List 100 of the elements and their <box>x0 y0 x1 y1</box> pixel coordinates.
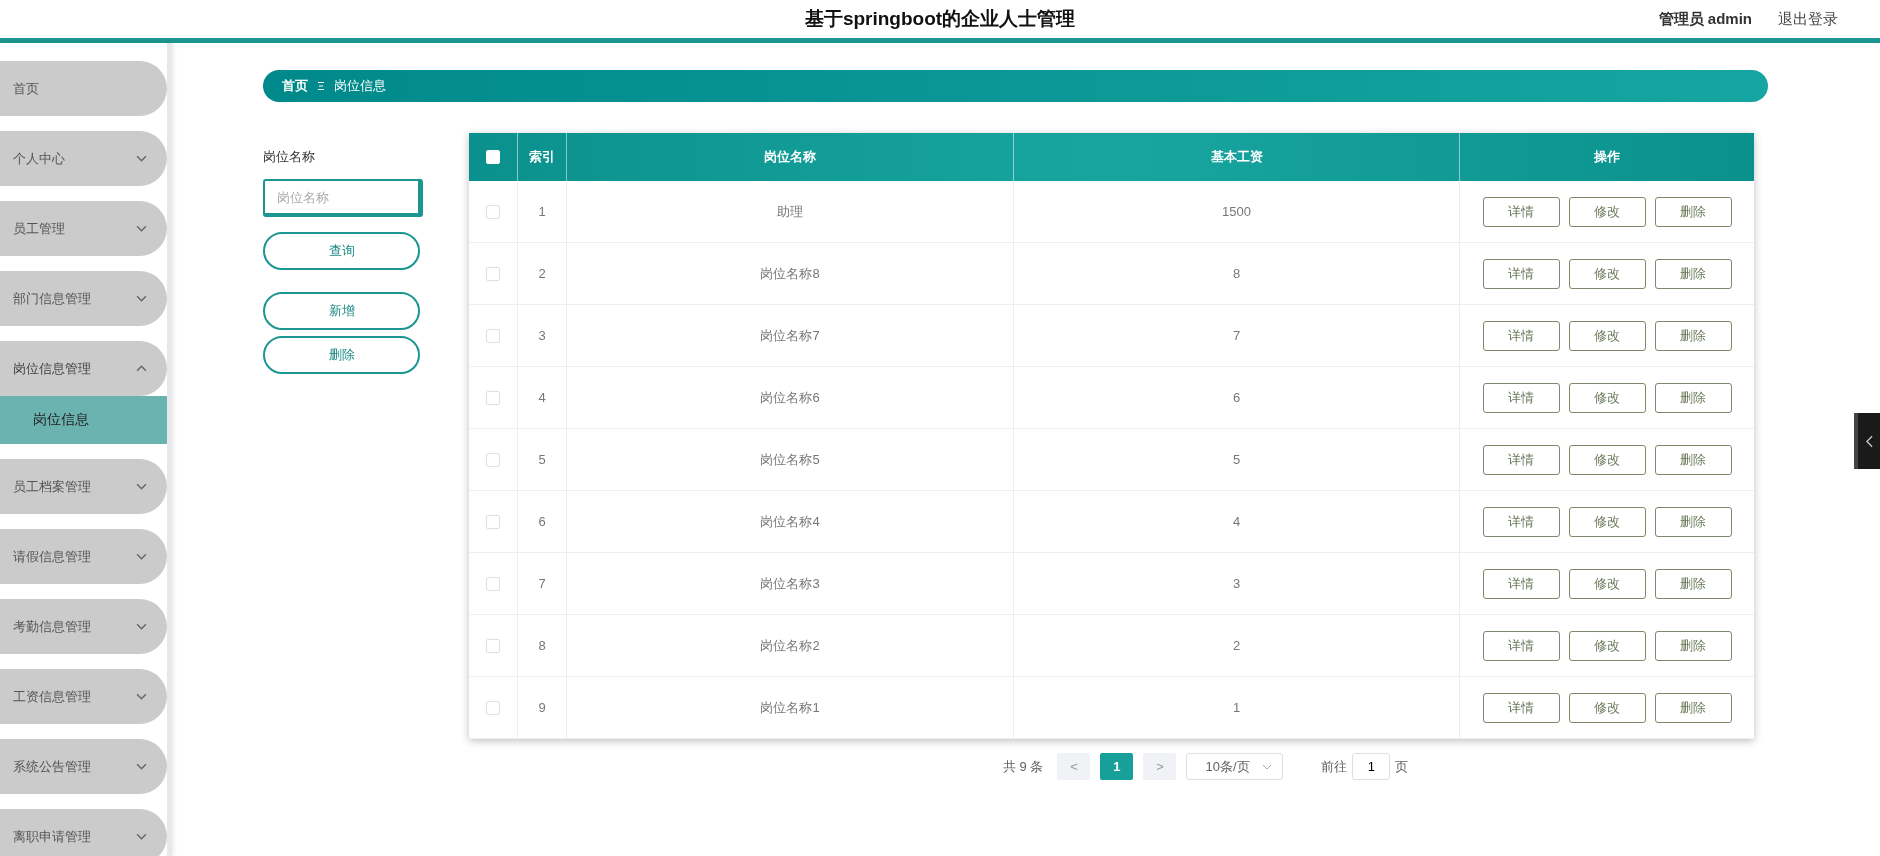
separator-icon <box>317 81 325 91</box>
goto-label: 前往 <box>1321 757 1348 776</box>
row-action-button[interactable]: 详情 <box>1482 320 1560 351</box>
app-title: 基于springboot的企业人士管理 <box>804 7 1076 31</box>
menu-item[interactable]: 系统公告管理 <box>0 739 167 794</box>
menu-item[interactable]: 员工管理 <box>0 201 167 256</box>
select-all-checkbox[interactable] <box>486 150 500 164</box>
search-field[interactable]: 岗位名称 <box>263 179 423 217</box>
row-action-button[interactable]: 修改 <box>1568 506 1646 537</box>
action-button[interactable]: 新增 <box>263 292 420 330</box>
row-action-button[interactable]: 详情 <box>1482 382 1560 413</box>
submenu-item[interactable]: 岗位信息 <box>0 396 167 444</box>
table-cell: 岗位名称2 <box>567 615 1014 676</box>
table-cell: 8 <box>518 615 567 676</box>
page-size-select[interactable]: 10条/页 <box>1186 753 1284 780</box>
row-checkbox[interactable] <box>486 514 500 529</box>
user-name: 管理员 admin <box>1658 9 1752 29</box>
row-action-button[interactable]: 详情 <box>1482 258 1560 289</box>
table-cell: 6 <box>1014 367 1460 428</box>
table-cell: 7 <box>1014 305 1460 366</box>
row-action-button[interactable]: 删除 <box>1654 382 1732 413</box>
table-cell: 岗位名称3 <box>567 553 1014 614</box>
table-cell: 1 <box>1014 677 1460 738</box>
row-action-button[interactable]: 删除 <box>1654 444 1732 475</box>
menu-item[interactable]: 离职申请管理 <box>0 809 167 856</box>
table-cell: 8 <box>1014 243 1460 304</box>
row-action-button[interactable]: 删除 <box>1654 506 1732 537</box>
table-cell: 1500 <box>1014 181 1460 242</box>
next-page-button[interactable]: > <box>1143 753 1177 780</box>
table-cell: 2 <box>1014 615 1460 676</box>
row-action-button[interactable]: 修改 <box>1568 196 1646 227</box>
row-action-button[interactable]: 详情 <box>1482 568 1560 599</box>
table-cell: 3 <box>1014 553 1460 614</box>
table-cell: 4 <box>518 367 567 428</box>
menu-item[interactable]: 岗位信息管理 <box>0 341 167 396</box>
menu-item[interactable]: 请假信息管理 <box>0 529 167 584</box>
row-action-button[interactable]: 删除 <box>1654 692 1732 723</box>
logout-link[interactable]: 退出登录 <box>1778 9 1838 29</box>
table-cell: 岗位名称4 <box>567 491 1014 552</box>
total-count: 共 9 条 <box>1003 757 1044 776</box>
row-checkbox[interactable] <box>486 700 500 715</box>
chevron-icon <box>1262 763 1273 770</box>
column-header: 基本工资 <box>1014 133 1460 181</box>
row-action-button[interactable]: 修改 <box>1568 444 1646 475</box>
table-cell: 岗位名称1 <box>567 677 1014 738</box>
row-checkbox[interactable] <box>486 390 500 405</box>
row-checkbox[interactable] <box>486 204 500 219</box>
table-cell: 岗位名称7 <box>567 305 1014 366</box>
row-action-button[interactable]: 修改 <box>1568 692 1646 723</box>
row-action-button[interactable]: 详情 <box>1482 692 1560 723</box>
breadcrumb-link[interactable]: 岗位信息 <box>334 77 386 95</box>
table-cell: 1 <box>518 181 567 242</box>
menu-item[interactable]: 员工档案管理 <box>0 459 167 514</box>
table-cell: 岗位名称5 <box>567 429 1014 490</box>
table-cell: 5 <box>1014 429 1460 490</box>
side-toggle-tab[interactable] <box>1854 413 1880 469</box>
row-action-button[interactable]: 修改 <box>1568 258 1646 289</box>
row-action-button[interactable]: 删除 <box>1654 568 1732 599</box>
row-action-button[interactable]: 修改 <box>1568 630 1646 661</box>
action-button[interactable]: 查询 <box>263 232 420 270</box>
row-action-button[interactable]: 修改 <box>1568 568 1646 599</box>
page-suffix: 页 <box>1395 757 1409 776</box>
table-cell: 2 <box>518 243 567 304</box>
field-label: 岗位名称 <box>263 148 315 166</box>
row-checkbox[interactable] <box>486 266 500 281</box>
menu-item[interactable]: 工资信息管理 <box>0 669 167 724</box>
column-header: 索引 <box>518 133 567 181</box>
row-checkbox[interactable] <box>486 328 500 343</box>
table-cell: 7 <box>518 553 567 614</box>
table-cell: 6 <box>518 491 567 552</box>
row-action-button[interactable]: 删除 <box>1654 196 1732 227</box>
row-action-button[interactable]: 修改 <box>1568 382 1646 413</box>
row-action-button[interactable]: 详情 <box>1482 444 1560 475</box>
breadcrumb-link[interactable]: 首页 <box>282 77 308 95</box>
row-action-button[interactable]: 修改 <box>1568 320 1646 351</box>
chevron-left-icon <box>1865 434 1873 448</box>
table-cell: 助理 <box>567 181 1014 242</box>
page-number-field[interactable]: 1 <box>1352 753 1391 780</box>
row-action-button[interactable]: 详情 <box>1482 196 1560 227</box>
table-cell: 岗位名称6 <box>567 367 1014 428</box>
menu-item[interactable]: 考勤信息管理 <box>0 599 167 654</box>
row-action-button[interactable]: 删除 <box>1654 630 1732 661</box>
menu-item[interactable]: 个人中心 <box>0 131 167 186</box>
row-action-button[interactable]: 详情 <box>1482 630 1560 661</box>
menu-item[interactable]: 部门信息管理 <box>0 271 167 326</box>
action-button[interactable]: 删除 <box>263 336 420 374</box>
page-button[interactable]: 1 <box>1100 753 1134 780</box>
row-checkbox[interactable] <box>486 576 500 591</box>
row-action-button[interactable]: 详情 <box>1482 506 1560 537</box>
table-cell: 3 <box>518 305 567 366</box>
row-action-button[interactable]: 删除 <box>1654 320 1732 351</box>
row-action-button[interactable]: 删除 <box>1654 258 1732 289</box>
table-cell: 岗位名称8 <box>567 243 1014 304</box>
table-cell: 5 <box>518 429 567 490</box>
menu-item[interactable]: 首页 <box>0 61 167 116</box>
table-cell: 9 <box>518 677 567 738</box>
row-checkbox[interactable] <box>486 638 500 653</box>
prev-page-button[interactable]: < <box>1057 753 1091 780</box>
row-checkbox[interactable] <box>486 452 500 467</box>
column-header: 操作 <box>1593 148 1621 166</box>
